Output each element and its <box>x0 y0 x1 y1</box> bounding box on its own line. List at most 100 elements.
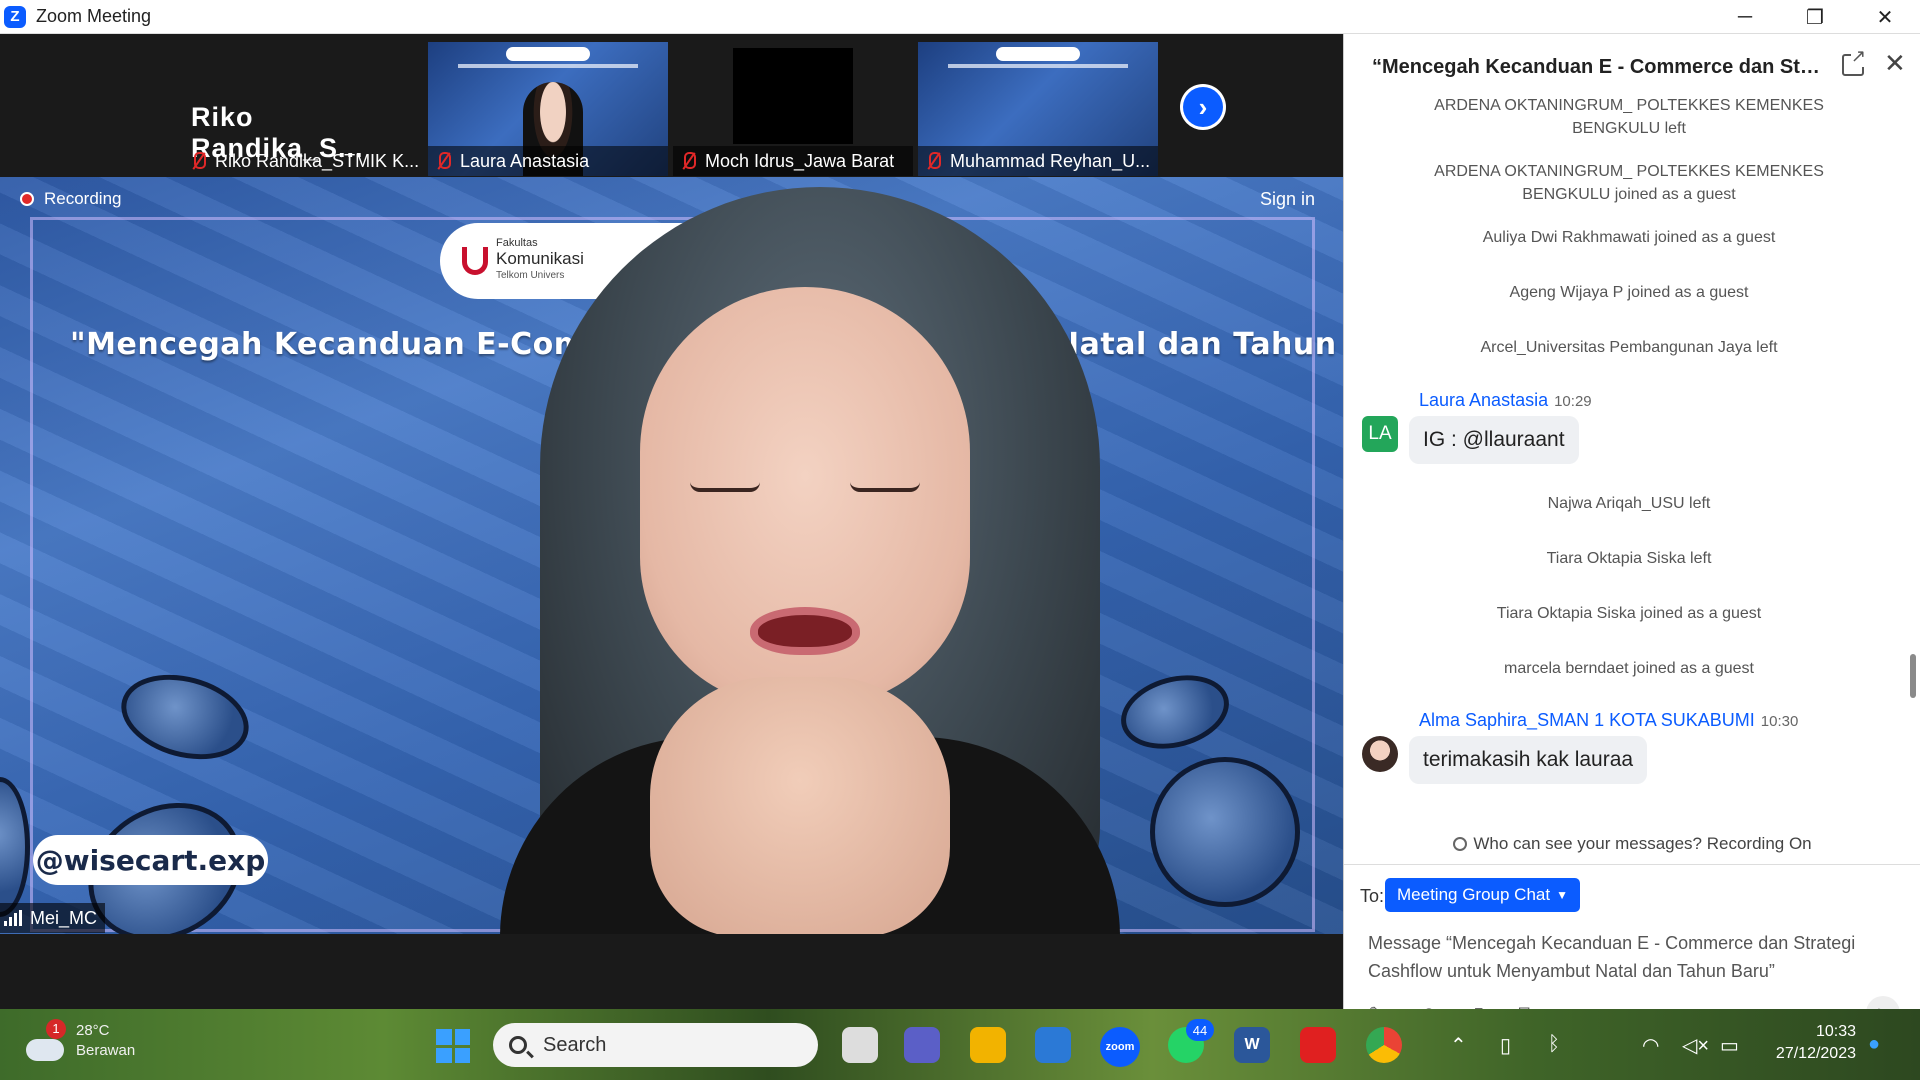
speaker-person <box>500 177 1120 934</box>
participant-name: Moch Idrus_Jawa Barat <box>705 150 895 171</box>
system-message: Tiara Oktapia Siska left <box>1546 550 1712 567</box>
speaker-name: Mei_MC <box>30 907 98 928</box>
clock-date: 27/12/2023 <box>1775 1045 1856 1062</box>
message-time: 10:29 <box>1554 393 1592 410</box>
chat-panel: “Mencegah Kecanduan E - Commerce dan Str… <box>1343 34 1920 1030</box>
active-speaker-video: Fakultas Komunikasi Telkom Univers "Menc… <box>0 177 1343 934</box>
notification-bell-icon[interactable]: ● <box>1868 1033 1880 1056</box>
user-icon <box>1453 837 1468 851</box>
bluetooth-icon[interactable]: ᛒ <box>1548 1033 1560 1056</box>
divider <box>1344 864 1920 865</box>
zoom-logo-icon: Z <box>4 5 26 28</box>
chevron-up-icon[interactable]: ⌃ <box>1450 1033 1467 1058</box>
usb-icon[interactable]: ▯ <box>1500 1033 1511 1058</box>
privacy-text: Who can see your messages? Recording On <box>1473 834 1812 853</box>
recipient-label: Meeting Group Chat <box>1397 885 1551 904</box>
zoom-app-icon[interactable]: zoom <box>1100 1027 1140 1067</box>
wifi-icon[interactable]: ◠ <box>1642 1033 1659 1058</box>
chat-scrollbar[interactable] <box>1910 654 1916 698</box>
participant-name: Laura Anastasia <box>460 150 590 171</box>
sign-in-link[interactable]: Sign in <box>1260 189 1315 210</box>
message-sender: Laura Anastasia 10:29 <box>1419 390 1592 411</box>
muted-mic-icon <box>432 150 454 172</box>
system-message: Najwa Ariqah_USU left <box>1547 495 1711 512</box>
chevron-down-icon: ▼ <box>1556 888 1568 902</box>
file-explorer-icon[interactable] <box>970 1027 1006 1063</box>
minimize-button[interactable]: ─ <box>1710 0 1780 34</box>
muted-mic-icon <box>922 150 944 172</box>
system-message: Tiara Oktapia Siska joined as a guest <box>1496 605 1762 622</box>
message-time: 10:30 <box>1760 713 1799 730</box>
store-icon[interactable] <box>1035 1027 1071 1063</box>
privacy-note[interactable]: Who can see your messages? Recording On <box>1344 834 1920 854</box>
tile-label: Riko Randika_STMIK K... <box>183 146 423 176</box>
video-off-placeholder <box>733 48 853 144</box>
system-message: Arcel_Universitas Pembangunan Jaya left <box>1480 339 1778 356</box>
message-bubble[interactable]: IG : @llauraant <box>1409 416 1579 464</box>
participant-name: Muhammad Reyhan_U... <box>950 150 1151 171</box>
search-icon <box>509 1036 527 1054</box>
windows-taskbar: 1 28°C Berawan Search zoom 44 W ⌃ ▯ ᛒ ◠ … <box>0 1009 1920 1080</box>
battery-icon[interactable]: ▭ <box>1720 1033 1739 1058</box>
weather-text: 28°C Berawan <box>76 1021 135 1061</box>
chevron-right-icon: › <box>1183 87 1223 127</box>
system-message: marcela berndaet joined as a guest <box>1504 660 1754 677</box>
system-message: ARDENA OKTANINGRUM_ POLTEKKES KEMENKES B… <box>1434 163 1824 203</box>
system-message: Auliya Dwi Rakhmawati joined as a guest <box>1482 229 1776 246</box>
avatar[interactable]: LA <box>1362 416 1398 452</box>
muted-mic-icon <box>677 150 699 172</box>
clasped-hands <box>650 677 950 934</box>
signal-strength-icon <box>4 910 22 926</box>
windows-start-icon[interactable] <box>436 1029 470 1063</box>
video-area: Riko Randika_S... Riko Randika_STMIK K..… <box>0 34 1343 1009</box>
whatsapp-badge: 44 <box>1186 1019 1214 1041</box>
popout-icon[interactable] <box>1842 46 1867 76</box>
participant-strip: Riko Randika_S... Riko Randika_STMIK K..… <box>0 34 1343 177</box>
to-label: To: <box>1360 886 1385 906</box>
clock-time: 10:33 <box>1815 1023 1856 1040</box>
participant-name: Riko Randika_STMIK K... <box>215 150 420 171</box>
message-bubble[interactable]: terimakasih kak lauraa <box>1409 736 1648 784</box>
close-window-button[interactable]: ✕ <box>1850 0 1920 34</box>
next-page-button[interactable]: › <box>1180 84 1226 130</box>
sender-name[interactable]: Alma Saphira_SMAN 1 KOTA SUKABUMI <box>1419 710 1755 730</box>
restore-button[interactable]: ❐ <box>1780 0 1850 34</box>
recording-indicator[interactable]: Recording <box>20 189 122 209</box>
speaker-muted-icon[interactable]: ◁× <box>1682 1033 1709 1058</box>
muted-mic-icon <box>187 150 209 172</box>
search-label: Search <box>543 1033 607 1056</box>
sender-name[interactable]: Laura Anastasia <box>1419 390 1548 410</box>
taskbar-search[interactable]: Search <box>493 1023 818 1067</box>
system-message: Ageng Wijaya P joined as a guest <box>1509 284 1749 301</box>
cloud-icon <box>26 1039 64 1061</box>
task-view-icon[interactable] <box>842 1027 878 1063</box>
message-sender: Alma Saphira_SMAN 1 KOTA SUKABUMI 10:30 <box>1419 710 1798 731</box>
speaker-name-label: Mei_MC <box>0 903 106 933</box>
participant-tile-riko[interactable]: Riko Randika_S... Riko Randika_STMIK K..… <box>183 42 423 176</box>
instagram-handle: @wisecart.exp <box>33 835 268 885</box>
word-icon[interactable]: W <box>1234 1027 1270 1063</box>
tile-label: Laura Anastasia <box>428 146 668 176</box>
chrome-icon[interactable] <box>1366 1027 1402 1063</box>
participant-tile-laura[interactable]: Laura Anastasia <box>428 42 668 176</box>
tile-label: Moch Idrus_Jawa Barat <box>673 146 913 176</box>
message-input[interactable]: Message “Mencegah Kecanduan E - Commerce… <box>1368 929 1898 989</box>
recipient-select[interactable]: Meeting Group Chat ▼ <box>1385 878 1580 912</box>
chat-messages[interactable]: ARDENA OKTANINGRUM_ POLTEKKES KEMENKES B… <box>1344 94 1909 829</box>
clock[interactable]: 10:33 27/12/2023 <box>1760 1021 1856 1065</box>
participant-tile-muhammad[interactable]: Muhammad Reyhan_U... <box>918 42 1158 176</box>
acrobat-icon[interactable] <box>1300 1027 1336 1063</box>
window-title: Zoom Meeting <box>36 6 152 26</box>
coin-graphic <box>1150 757 1300 907</box>
teams-icon[interactable] <box>904 1027 940 1063</box>
title-bar: Z Zoom Meeting ─ ❐ ✕ <box>0 0 1920 34</box>
chat-title: “Mencegah Kecanduan E - Commerce dan Str… <box>1372 56 1822 78</box>
system-message: ARDENA OKTANINGRUM_ POLTEKKES KEMENKES B… <box>1434 97 1824 137</box>
close-chat-icon[interactable]: ✕ <box>1884 48 1906 79</box>
recording-label: Recording <box>44 189 122 208</box>
avatar[interactable] <box>1362 736 1398 772</box>
participant-tile-moch[interactable]: Moch Idrus_Jawa Barat <box>673 42 913 176</box>
tile-label: Muhammad Reyhan_U... <box>918 146 1158 176</box>
recording-dot-icon <box>20 192 34 206</box>
notification-badge: 1 <box>46 1019 66 1039</box>
